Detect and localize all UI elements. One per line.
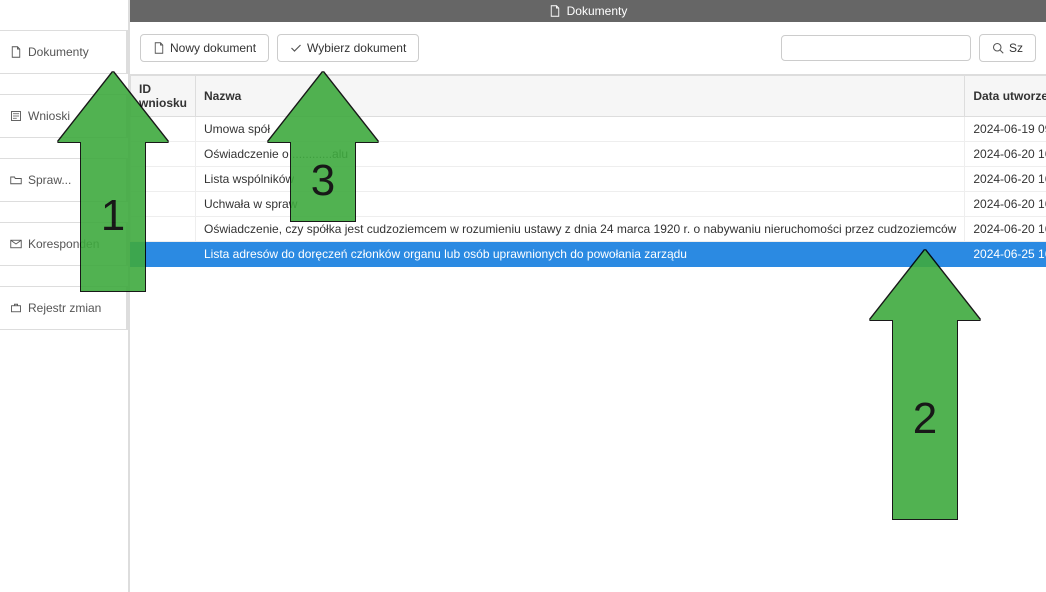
table-row[interactable]: Oświadczenie, czy spółka jest cudzoziemc… xyxy=(131,217,1046,242)
main-panel: Dokumenty Nowy dokument Wybierz dokument… xyxy=(128,0,1046,592)
table-cell-name: Oświadczenie, czy spółka jest cudzoziemc… xyxy=(196,217,965,242)
table-cell-created: 2024-06-20 16:06:04 xyxy=(965,167,1046,192)
table-cell-id xyxy=(131,242,196,267)
sidebar-item-dokumenty[interactable]: Dokumenty xyxy=(0,30,128,74)
table-row[interactable]: Uchwała w spraw2024-06-20 16:08:13 xyxy=(131,192,1046,217)
sidebar-item-wnioski[interactable]: Wnioski xyxy=(0,94,128,138)
table-cell-id xyxy=(131,192,196,217)
sidebar-item-label: Koresponden xyxy=(28,237,99,251)
table-cell-created: 2024-06-20 16:02:35 xyxy=(965,142,1046,167)
form-icon xyxy=(10,110,22,122)
search-icon xyxy=(992,42,1004,54)
search-button[interactable]: Sz xyxy=(979,34,1036,62)
title-bar: Dokumenty xyxy=(130,0,1046,22)
check-icon xyxy=(290,42,302,54)
table-cell-created: 2024-06-19 09:01:07 xyxy=(965,117,1046,142)
mail-icon xyxy=(10,238,22,250)
table-row[interactable]: Oświadczenie o ............alu2024-06-20… xyxy=(131,142,1046,167)
documents-table: ID wniosku Nazwa Data utworzenia Data Um… xyxy=(130,75,1046,267)
button-label: Sz xyxy=(1009,41,1023,55)
button-label: Nowy dokument xyxy=(170,41,256,55)
table-cell-name: Lista adresów do doręczeń członków organ… xyxy=(196,242,965,267)
table-cell-name: Umowa spół xyxy=(196,117,965,142)
page-title: Dokumenty xyxy=(567,4,628,18)
button-label: Wybierz dokument xyxy=(307,41,406,55)
table-cell-name: Uchwała w spraw xyxy=(196,192,965,217)
table-row[interactable]: Umowa spół2024-06-19 09:01:072024 xyxy=(131,117,1046,142)
toolbar: Nowy dokument Wybierz dokument Sz xyxy=(130,22,1046,75)
sidebar-item-label: Dokumenty xyxy=(28,45,89,59)
document-icon xyxy=(549,5,561,17)
col-header-id[interactable]: ID wniosku xyxy=(131,76,196,117)
sidebar-item-label: Wnioski xyxy=(28,109,70,123)
search-input[interactable] xyxy=(781,35,971,61)
folder-icon xyxy=(10,174,22,186)
table-cell-name: Lista wspólników xyxy=(196,167,965,192)
table-cell-created: 2024-06-20 16:08:13 xyxy=(965,192,1046,217)
table-cell-created: 2024-06-20 16:28:03 xyxy=(965,217,1046,242)
table-row[interactable]: Lista adresów do doręczeń członków organ… xyxy=(131,242,1046,267)
choose-document-button[interactable]: Wybierz dokument xyxy=(277,34,419,62)
document-icon xyxy=(10,46,22,58)
sidebar: Dokumenty Wnioski Spraw... Koresponden R… xyxy=(0,0,128,592)
sidebar-item-label: Spraw... xyxy=(28,173,71,187)
table-cell-id xyxy=(131,142,196,167)
table-cell-name: Oświadczenie o ............alu xyxy=(196,142,965,167)
new-document-button[interactable]: Nowy dokument xyxy=(140,34,269,62)
table-cell-id xyxy=(131,217,196,242)
document-icon xyxy=(153,42,165,54)
table-row[interactable]: Lista wspólników2024-06-20 16:06:04 xyxy=(131,167,1046,192)
table-cell-id xyxy=(131,167,196,192)
table-cell-created: 2024-06-25 16:10:51 xyxy=(965,242,1046,267)
sidebar-item-rejestr[interactable]: Rejestr zmian xyxy=(0,286,128,330)
col-header-name[interactable]: Nazwa xyxy=(196,76,965,117)
table-cell-id xyxy=(131,117,196,142)
sidebar-item-label: Rejestr zmian xyxy=(28,301,101,315)
sidebar-item-korespondencja[interactable]: Koresponden xyxy=(0,222,128,266)
briefcase-icon xyxy=(10,302,22,314)
sidebar-item-sprawy[interactable]: Spraw... xyxy=(0,158,128,202)
col-header-created[interactable]: Data utworzenia xyxy=(965,76,1046,117)
